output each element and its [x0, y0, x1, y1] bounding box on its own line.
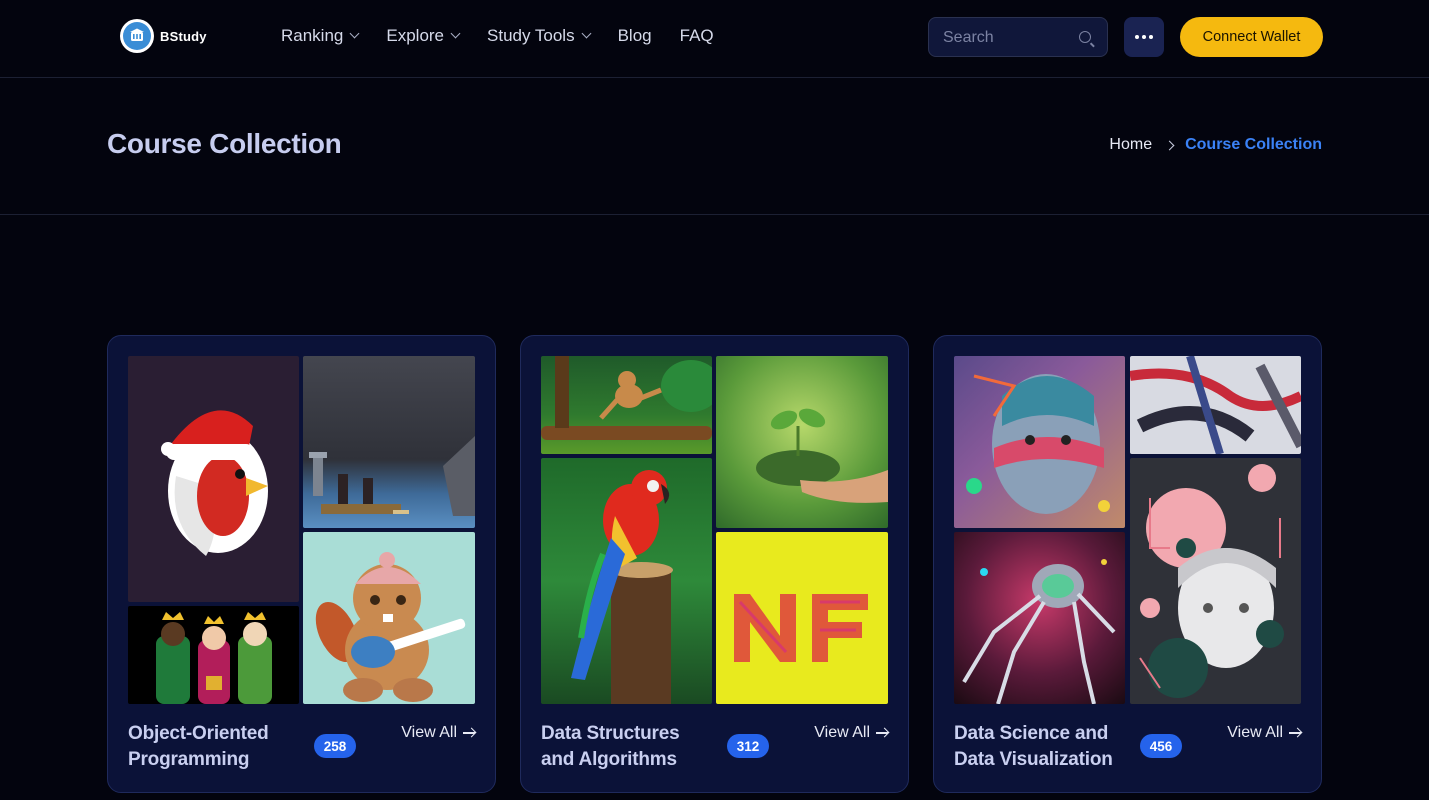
- collection-image-macaw[interactable]: [541, 458, 712, 704]
- breadcrumb: Home Course Collection: [1109, 136, 1322, 154]
- collection-title[interactable]: Data Structures and Algorithms: [541, 721, 711, 773]
- nav-item-label: Blog: [617, 26, 652, 45]
- ellipsis-icon: [1149, 35, 1153, 39]
- chevron-down-icon: [581, 28, 592, 39]
- view-all-link[interactable]: View All: [401, 724, 475, 742]
- view-all-link[interactable]: View All: [814, 724, 888, 742]
- collection-image-plant-in-hands[interactable]: [716, 356, 888, 528]
- collection-image-grid: [128, 356, 475, 704]
- collection-card[interactable]: Data Structures and Algorithms 312 View …: [520, 335, 909, 793]
- search-input[interactable]: [943, 27, 1068, 49]
- chevron-down-icon: [450, 28, 461, 39]
- collection-image-nf-letters[interactable]: [716, 532, 888, 704]
- nav-item-faq[interactable]: FAQ: [680, 24, 714, 48]
- nav-item-explore[interactable]: Explore: [386, 24, 461, 48]
- brand-name: BStudy: [160, 28, 207, 44]
- top-header: BStudy Ranking Explore Study Tools Blog …: [0, 0, 1429, 78]
- view-all-label: View All: [1227, 724, 1283, 741]
- nav-item-label: Ranking: [281, 26, 344, 45]
- nav-item-blog[interactable]: Blog: [618, 24, 652, 48]
- view-all-label: View All: [401, 724, 457, 741]
- collection-image-statue-head[interactable]: [954, 356, 1125, 528]
- collection-image-grid: [954, 356, 1301, 704]
- search-icon[interactable]: [1079, 31, 1091, 43]
- view-all-label: View All: [814, 724, 870, 741]
- nav-item-label: FAQ: [679, 26, 714, 45]
- collection-card[interactable]: Data Science and Data Visualization 456 …: [933, 335, 1322, 793]
- main-nav: Ranking Explore Study Tools Blog FAQ: [281, 24, 742, 48]
- ellipsis-icon: [1135, 35, 1139, 39]
- collection-image-grid: [541, 356, 888, 704]
- nav-item-label: Explore: [386, 26, 445, 45]
- arrow-right-icon: [1289, 728, 1301, 738]
- chevron-down-icon: [349, 28, 360, 39]
- collection-image-three-kings[interactable]: [128, 606, 299, 704]
- logo-icon: [120, 19, 154, 53]
- collection-image-bust-circles[interactable]: [1130, 458, 1301, 704]
- search-box: [928, 17, 1108, 57]
- nav-item-ranking[interactable]: Ranking: [281, 24, 360, 48]
- ellipsis-icon: [1142, 35, 1146, 39]
- arrow-right-icon: [463, 728, 475, 738]
- collection-title[interactable]: Object-Oriented Programming: [128, 721, 298, 773]
- brand-logo[interactable]: BStudy: [120, 19, 207, 53]
- more-options-button[interactable]: [1124, 17, 1164, 57]
- collection-image-beaver[interactable]: [303, 532, 475, 704]
- collection-title[interactable]: Data Science and Data Visualization: [954, 721, 1124, 773]
- breadcrumb-current: Course Collection: [1185, 136, 1322, 153]
- item-count-badge: 312: [727, 734, 769, 758]
- collection-image-jungle-monkey[interactable]: [541, 356, 712, 454]
- connect-wallet-button[interactable]: Connect Wallet: [1180, 17, 1323, 57]
- nav-item-label: Study Tools: [487, 26, 575, 45]
- item-count-badge: 456: [1140, 734, 1182, 758]
- item-count-badge: 258: [314, 734, 356, 758]
- breadcrumb-home-link[interactable]: Home: [1109, 136, 1152, 154]
- collection-image-pixel-boat[interactable]: [303, 356, 475, 528]
- collection-card[interactable]: Object-Oriented Programming 258 View All: [107, 335, 496, 793]
- page-header: Course Collection Home Course Collection: [0, 78, 1429, 215]
- page-title: Course Collection: [107, 128, 342, 159]
- collection-image-abstract-brushstrokes[interactable]: [1130, 356, 1301, 454]
- collection-image-neon-robot[interactable]: [954, 532, 1125, 704]
- view-all-link[interactable]: View All: [1227, 724, 1301, 742]
- arrow-right-icon: [876, 728, 888, 738]
- chevron-right-icon: [1164, 140, 1175, 150]
- collection-image-rooster[interactable]: [128, 356, 299, 602]
- nav-item-study-tools[interactable]: Study Tools: [487, 24, 592, 48]
